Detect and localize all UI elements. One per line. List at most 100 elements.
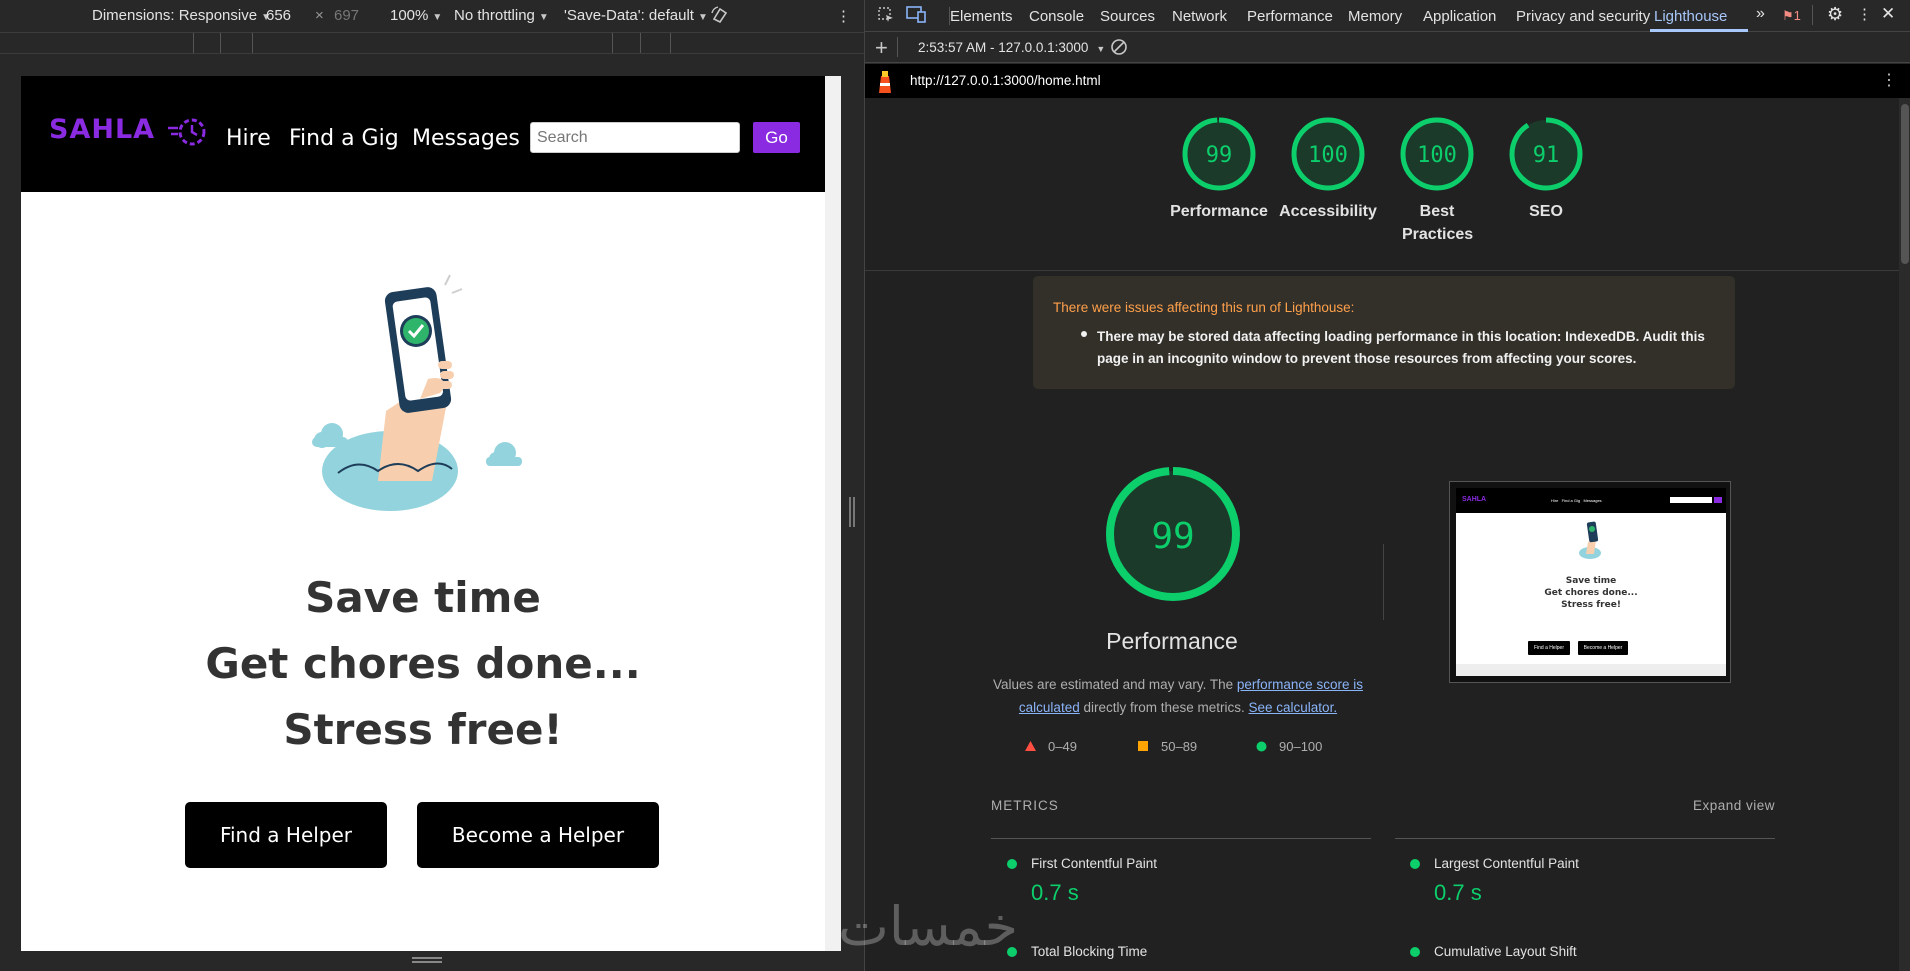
score-performance[interactable]: 99 Performance <box>1164 116 1274 223</box>
pass-dot-icon <box>1410 859 1420 869</box>
metric-name: First Contentful Paint <box>1031 856 1158 871</box>
legend-pass: 90–100 <box>1256 739 1322 754</box>
hero-line-1: Save time <box>305 573 541 622</box>
warning-text: There may be stored data affecting loadi… <box>1097 329 1705 366</box>
height-input[interactable]: 697 <box>334 7 359 24</box>
throttling-select[interactable]: No throttling ▼ <box>454 7 549 24</box>
tab-application[interactable]: Application <box>1423 8 1496 25</box>
performance-big-gauge: 99 <box>1106 467 1240 601</box>
report-scrollbar[interactable] <box>1899 98 1910 971</box>
thumbnail-btn-2: Become a Helper <box>1578 641 1628 655</box>
metric-name: Total Blocking Time <box>1031 944 1148 959</box>
pass-circle-icon <box>1256 741 1267 752</box>
thumbnail-line-3: Stress free! <box>1561 600 1621 610</box>
thumbnail-footer <box>1456 664 1726 676</box>
score-label-best-practices: Best Practices <box>1402 203 1474 243</box>
lighthouse-report: 99 Performance 100 Accessibility 100 Bes… <box>865 98 1910 971</box>
thumbnail-btn-1: Find a Helper <box>1528 641 1570 655</box>
expand-view-toggle[interactable]: Expand view <box>1693 798 1775 813</box>
zoom-select[interactable]: 100% ▼ <box>390 7 442 24</box>
devtools-tab-bar: Elements Console Sources Network Perform… <box>865 0 1910 32</box>
report-select[interactable]: 2:53:57 AM - 127.0.0.1:3000 ▼ <box>918 40 1105 55</box>
gauge-performance: 99 <box>1182 117 1256 191</box>
performance-title: Performance <box>1106 628 1238 654</box>
hero-line-2: Get chores done... <box>205 639 641 688</box>
metrics-rule-right <box>1395 838 1775 839</box>
tab-memory[interactable]: Memory <box>1348 8 1402 25</box>
hero-phone-illustration <box>312 274 522 511</box>
issues-badge[interactable]: ⚑1 <box>1782 8 1801 24</box>
svg-text:100: 100 <box>1308 143 1348 168</box>
nav-link-messages[interactable]: Messages <box>412 126 520 151</box>
score-label-accessibility: Accessibility <box>1279 203 1377 220</box>
metrics-rule-left <box>991 838 1371 839</box>
final-screenshot-thumbnail[interactable]: SAHLA Hire Find a Gig Messages Save time… <box>1449 481 1731 683</box>
report-menu-icon[interactable]: ⋮ <box>1881 70 1897 90</box>
customize-menu-icon[interactable]: ⋮ <box>1857 5 1872 23</box>
nav-link-find-a-gig[interactable]: Find a Gig <box>289 126 399 151</box>
width-input[interactable]: 656 <box>266 7 291 24</box>
thumbnail-navbar: SAHLA Hire Find a Gig Messages <box>1456 488 1726 513</box>
settings-gear-icon[interactable]: ⚙ <box>1827 4 1843 25</box>
tab-console[interactable]: Console <box>1029 8 1084 25</box>
tab-sources[interactable]: Sources <box>1100 8 1155 25</box>
legend-average: 50–89 <box>1138 739 1197 754</box>
search-input[interactable] <box>530 122 740 153</box>
metric-name: Largest Contentful Paint <box>1434 856 1579 871</box>
thumbnail-nav: Hire Find a Gig Messages <box>1551 498 1602 503</box>
thumbnail-search <box>1670 497 1712 503</box>
site-navbar: SAHLA Hire Find a Gig Messages Go <box>21 76 825 192</box>
metric-name: Cumulative Layout Shift <box>1434 944 1577 959</box>
lighthouse-logo-icon <box>879 71 891 93</box>
inspect-element-icon[interactable] <box>877 6 895 28</box>
warning-title: There were issues affecting this run of … <box>1053 300 1355 315</box>
run-warning-box: There were issues affecting this run of … <box>1033 276 1735 389</box>
dimensions-select[interactable]: Dimensions: Responsive ▼ <box>92 7 271 24</box>
resize-handle-bottom[interactable] <box>412 957 442 963</box>
summary-separator <box>865 270 1910 271</box>
score-label-performance: Performance <box>1170 203 1268 220</box>
thumbnail-illustration <box>1579 521 1601 559</box>
score-accessibility[interactable]: 100 Accessibility <box>1273 116 1383 223</box>
average-square-icon <box>1138 741 1148 751</box>
tab-privacy-security[interactable]: Privacy and security <box>1516 8 1650 25</box>
nav-link-hire[interactable]: Hire <box>226 126 271 151</box>
tab-performance[interactable]: Performance <box>1247 8 1333 25</box>
watermark-logo: خمسات <box>838 895 1019 958</box>
viewport-scroll-strip <box>825 76 841 951</box>
metric-value: 0.7 s <box>1434 880 1482 905</box>
save-data-select[interactable]: 'Save-Data': default ▼ <box>564 7 708 24</box>
score-best-practices[interactable]: 100 Best Practices <box>1382 116 1492 246</box>
legend-fail: 0–49 <box>1025 739 1077 754</box>
become-helper-button[interactable]: Become a Helper <box>417 802 659 868</box>
emulated-viewport: SAHLA Hire Find a Gig Messages Go <box>21 76 825 951</box>
device-toggle-icon[interactable] <box>905 5 927 27</box>
clear-report-icon[interactable] <box>1110 38 1128 61</box>
score-label-seo: SEO <box>1529 203 1563 220</box>
see-calculator-link[interactable]: See calculator. <box>1249 700 1338 715</box>
score-seo[interactable]: 91 SEO <box>1491 116 1601 223</box>
report-url[interactable]: http://127.0.0.1:3000/home.html <box>910 73 1101 88</box>
gauge-accessibility: 100 <box>1291 117 1365 191</box>
site-logo[interactable]: SAHLA <box>49 114 155 145</box>
report-scroll-thumb[interactable] <box>1901 104 1909 264</box>
thumbnail-line-2: Get chores done... <box>1544 588 1638 598</box>
search-go-button[interactable]: Go <box>753 122 800 153</box>
issues-count: 1 <box>1793 8 1801 23</box>
tab-lighthouse[interactable]: Lighthouse <box>1654 8 1727 25</box>
thumbnail-line-1: Save time <box>1565 576 1617 586</box>
gauge-seo: 91 <box>1509 117 1583 191</box>
close-devtools-icon[interactable]: ✕ <box>1881 4 1895 24</box>
tab-network[interactable]: Network <box>1172 8 1227 25</box>
find-helper-button[interactable]: Find a Helper <box>185 802 387 868</box>
more-vert-icon[interactable]: ⋮ <box>836 7 851 25</box>
more-tabs-icon[interactable]: » <box>1756 5 1765 23</box>
new-report-icon[interactable]: + <box>875 35 888 61</box>
gauge-best-practices: 100 <box>1400 117 1474 191</box>
device-toolbar: Dimensions: Responsive ▼ 656 × 697 100% ▼ … <box>0 0 864 32</box>
thumbnail-page: SAHLA Hire Find a Gig Messages Save time… <box>1456 488 1726 676</box>
rotate-icon[interactable] <box>710 5 730 29</box>
tab-elements[interactable]: Elements <box>950 8 1013 25</box>
pane-divider-grip[interactable] <box>849 497 855 527</box>
metrics-header: METRICS Expand view <box>991 798 1775 813</box>
